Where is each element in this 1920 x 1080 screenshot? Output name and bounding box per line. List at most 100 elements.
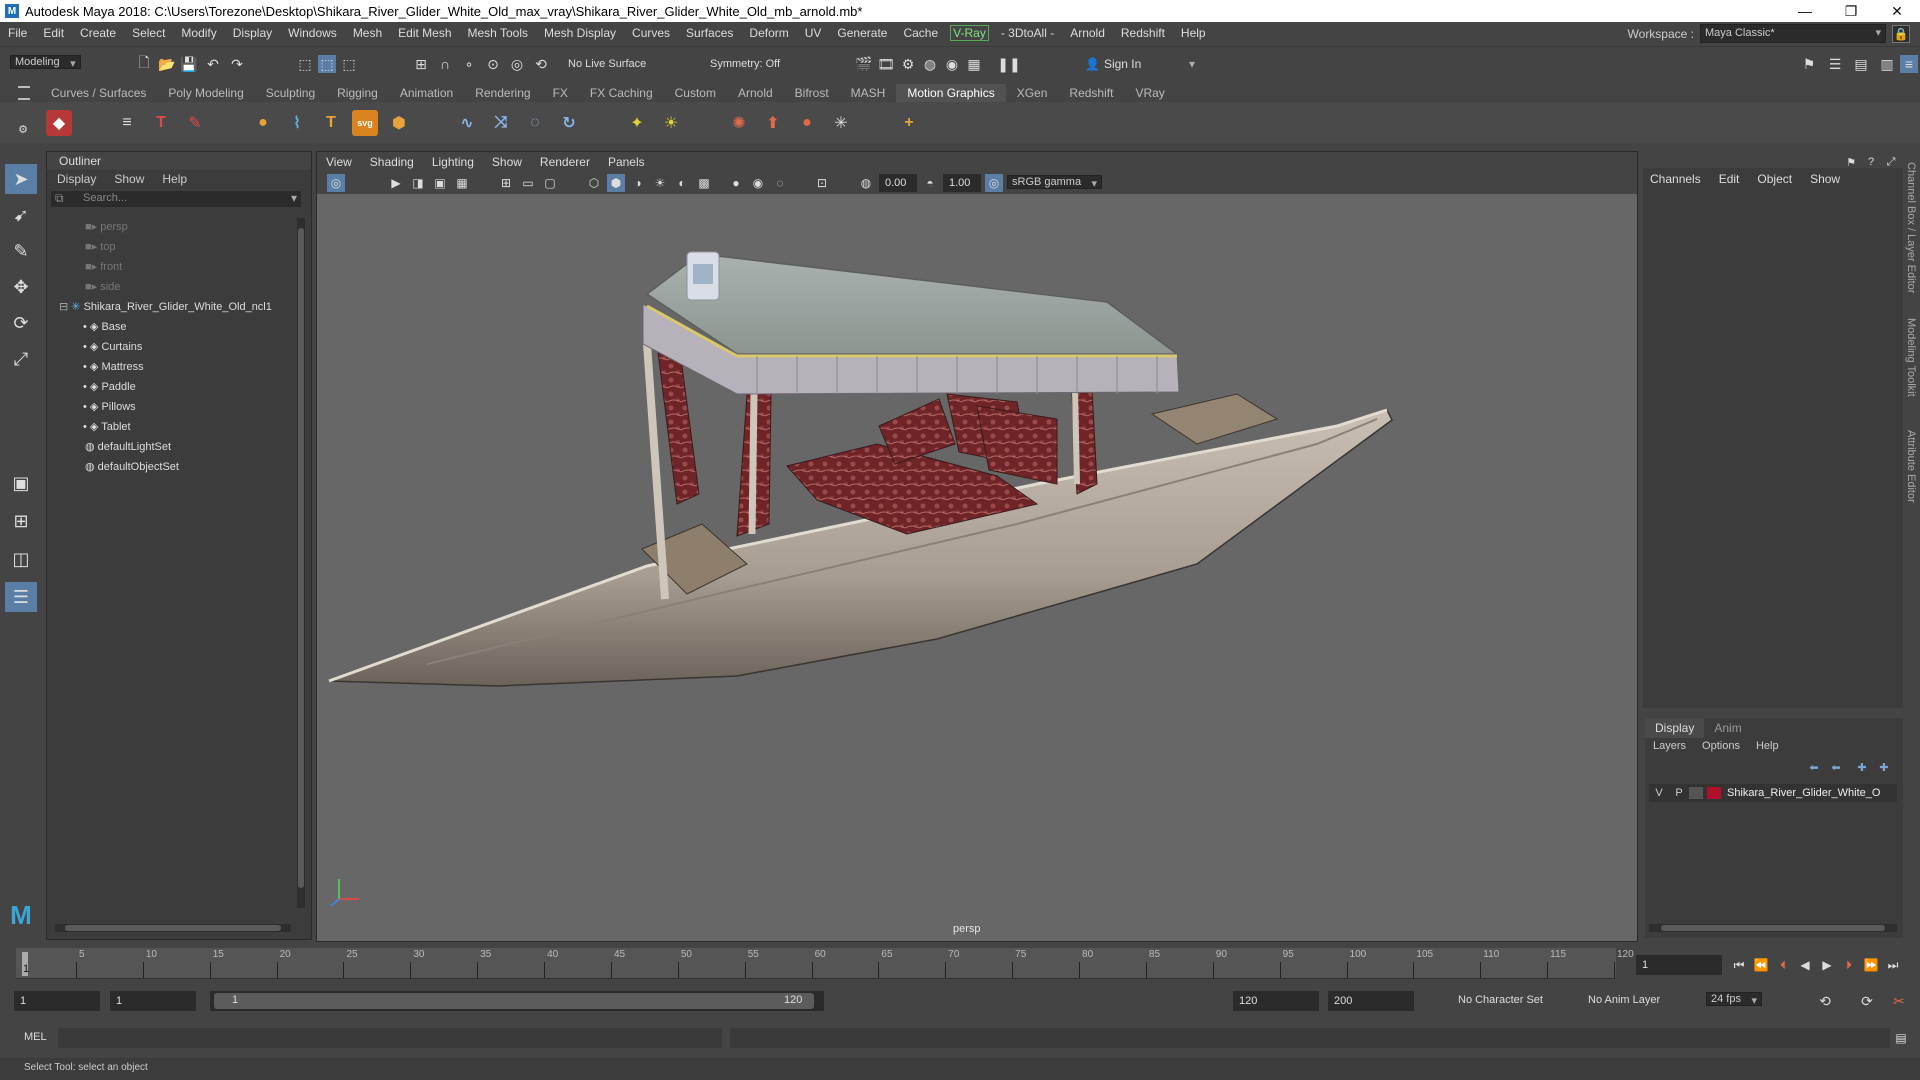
ipr-render-icon[interactable]: ◉ [943,55,961,73]
scale-tool-icon[interactable]: ⤢ [5,344,37,374]
time-slider-track[interactable]: 1 5 10 15 20 25 30 35 40 45 50 55 60 65 70 75 80 85 90 95 1… [16,948,1634,979]
outliner-item-group[interactable]: ⊟ ✳ Shikara_River_Glider_White_Old_ncl1 [59,298,272,316]
save-scene-icon[interactable]: 💾 [180,55,198,73]
outliner-item-default-light-set[interactable]: ◍ defaultLightSet [85,438,171,456]
shelf-tab[interactable]: Bifrost [784,84,840,102]
outliner-item-pillows[interactable]: • ◈ Pillows [83,398,136,416]
range-slider[interactable]: 1 120 [210,991,824,1011]
locator-icon[interactable]: + [896,110,922,136]
rotate-deformer-icon[interactable]: ↻ [556,110,582,136]
shelf-tab[interactable]: Redshift [1058,84,1124,102]
restore-button[interactable]: ❐ [1828,0,1874,22]
outliner-menu-show[interactable]: Show [114,170,144,188]
outliner-item-side[interactable]: ■▸ side [85,278,120,296]
character-set-dropdown[interactable]: No Character Set [1458,994,1543,1006]
two-pane-layout-icon[interactable]: ◫ [5,544,37,574]
bend-deformer-icon[interactable]: ◌ [522,110,548,136]
menu-modify[interactable]: Modify [173,26,224,40]
script-editor-icon[interactable]: ▤ [1892,1029,1910,1047]
layer-row[interactable]: V P Shikara_River_Glider_White_O [1649,784,1897,802]
menu-deform[interactable]: Deform [741,26,796,40]
film-gate-icon[interactable]: ▭ [519,174,537,192]
gamma-icon[interactable]: ◓ [921,174,939,192]
brush-icon[interactable]: ✎ [182,110,208,136]
wave-deformer-icon[interactable]: ∿ [454,110,480,136]
resolution-gate-icon[interactable]: ▢ [541,174,559,192]
open-scene-icon[interactable]: 📂 [158,55,176,73]
symmetry-label[interactable]: Symmetry: Off [710,56,810,72]
layer-visibility-toggle[interactable]: V [1649,787,1669,799]
camera-attributes-icon[interactable]: ▶ [387,174,405,192]
play-forwards-icon[interactable]: ▶ [1818,956,1836,974]
textured-icon[interactable]: ◑ [629,174,647,192]
outliner-menu-help[interactable]: Help [162,170,187,188]
mograph-cube-icon[interactable]: ◆ [46,110,72,136]
outliner-search-box[interactable]: ⧉ Search... ▾ [51,191,301,207]
layer-color-swatch[interactable] [1707,787,1721,799]
light-grid-icon[interactable]: ✦ [624,110,650,136]
end-time-field[interactable]: 200 [1328,991,1414,1011]
channel-box[interactable] [1643,168,1903,708]
menu-cache[interactable]: Cache [895,26,946,40]
curve-warp-icon[interactable]: ⌇ [284,110,310,136]
ambient-occlusion-icon[interactable]: ● [727,174,745,192]
dynamics-icon[interactable]: ● [794,110,820,136]
shelf-tab[interactable]: FX [542,84,579,102]
outliner-item-mattress[interactable]: • ◈ Mattress [83,358,144,376]
layer-playback-toggle[interactable]: P [1669,787,1689,799]
channel-menu-show[interactable]: Show [1810,172,1840,186]
layer-editor-icon[interactable]: ≡ [1900,55,1918,73]
layer-horizontal-scrollbar[interactable] [1649,924,1897,932]
mode-dropdown[interactable]: Modeling [10,55,81,69]
play-backwards-icon[interactable]: ◀ [1796,956,1814,974]
anti-alias-icon[interactable]: ◌ [771,174,789,192]
shatter-icon[interactable]: ⬆ [760,110,786,136]
exposure-icon[interactable]: ◍ [857,174,875,192]
menu-mesh-tools[interactable]: Mesh Tools [460,26,536,40]
modeling-toolkit-side-tab[interactable]: Modeling Toolkit [1905,318,1917,397]
minimize-button[interactable]: — [1782,0,1828,22]
fps-dropdown[interactable]: 24 fps [1706,992,1762,1006]
shelf-tab[interactable]: Poly Modeling [157,84,254,102]
particle-icon[interactable]: ✳ [828,110,854,136]
wireframe-shading-icon[interactable]: ⬡ [585,174,603,192]
menu-help[interactable]: Help [1173,26,1214,40]
menu-uv[interactable]: UV [797,26,830,40]
viewport-menu-view[interactable]: View [317,155,361,169]
snap-surface-icon[interactable]: ◎ [508,55,526,73]
outliner-item-tablet[interactable]: • ◈ Tablet [83,418,131,436]
snap-grid-icon[interactable]: ⊞ [412,55,430,73]
menu-vray[interactable]: V-Ray [950,25,989,41]
menu-select[interactable]: Select [124,26,173,40]
playback-end-field[interactable]: 120 [1233,991,1319,1011]
menu-edit-mesh[interactable]: Edit Mesh [390,26,459,40]
menu-surfaces[interactable]: Surfaces [678,26,741,40]
outliner-layout-icon[interactable]: ☰ [5,582,37,612]
menu-3dtoall[interactable]: - 3DtoAll - [993,26,1062,40]
shelf-tab[interactable]: VRay [1124,84,1175,102]
attribute-editor-side-tab[interactable]: Attribute Editor [1905,430,1917,503]
scrollbar-thumb[interactable] [298,228,304,888]
render-settings-icon[interactable]: ⚙ [899,55,917,73]
step-back-key-icon[interactable]: ⏪ [1752,956,1770,974]
scrollbar-thumb[interactable] [1661,925,1885,931]
tool-settings-icon[interactable]: ▤ [1852,55,1870,73]
select-tool-icon[interactable]: ➤ [5,164,37,194]
step-back-frame-icon[interactable]: ⏴ [1774,956,1792,974]
shelf-tab[interactable]: FX Caching [579,84,664,102]
render-view-icon[interactable]: ▦ [965,55,983,73]
four-pane-layout-icon[interactable]: ⊞ [5,506,37,536]
lights-icon[interactable]: ☀ [651,174,669,192]
shelf-tab[interactable]: Animation [389,84,464,102]
shelf-tab[interactable]: Arnold [727,84,784,102]
menu-arnold[interactable]: Arnold [1062,26,1113,40]
shelf-tab[interactable]: Sculpting [255,84,326,102]
sun-icon[interactable]: ☀ [658,110,684,136]
menu-windows[interactable]: Windows [280,26,345,40]
wireframe-icon[interactable]: ⊞ [497,174,515,192]
outliner-item-front[interactable]: ■▸ front [85,258,122,276]
step-forward-frame-icon[interactable]: ⏵ [1840,956,1858,974]
new-layer-selected-icon[interactable]: ✚ [1875,758,1893,776]
chevron-down-icon[interactable]: ▾ [291,191,297,205]
single-pane-layout-icon[interactable]: ▣ [5,468,37,498]
